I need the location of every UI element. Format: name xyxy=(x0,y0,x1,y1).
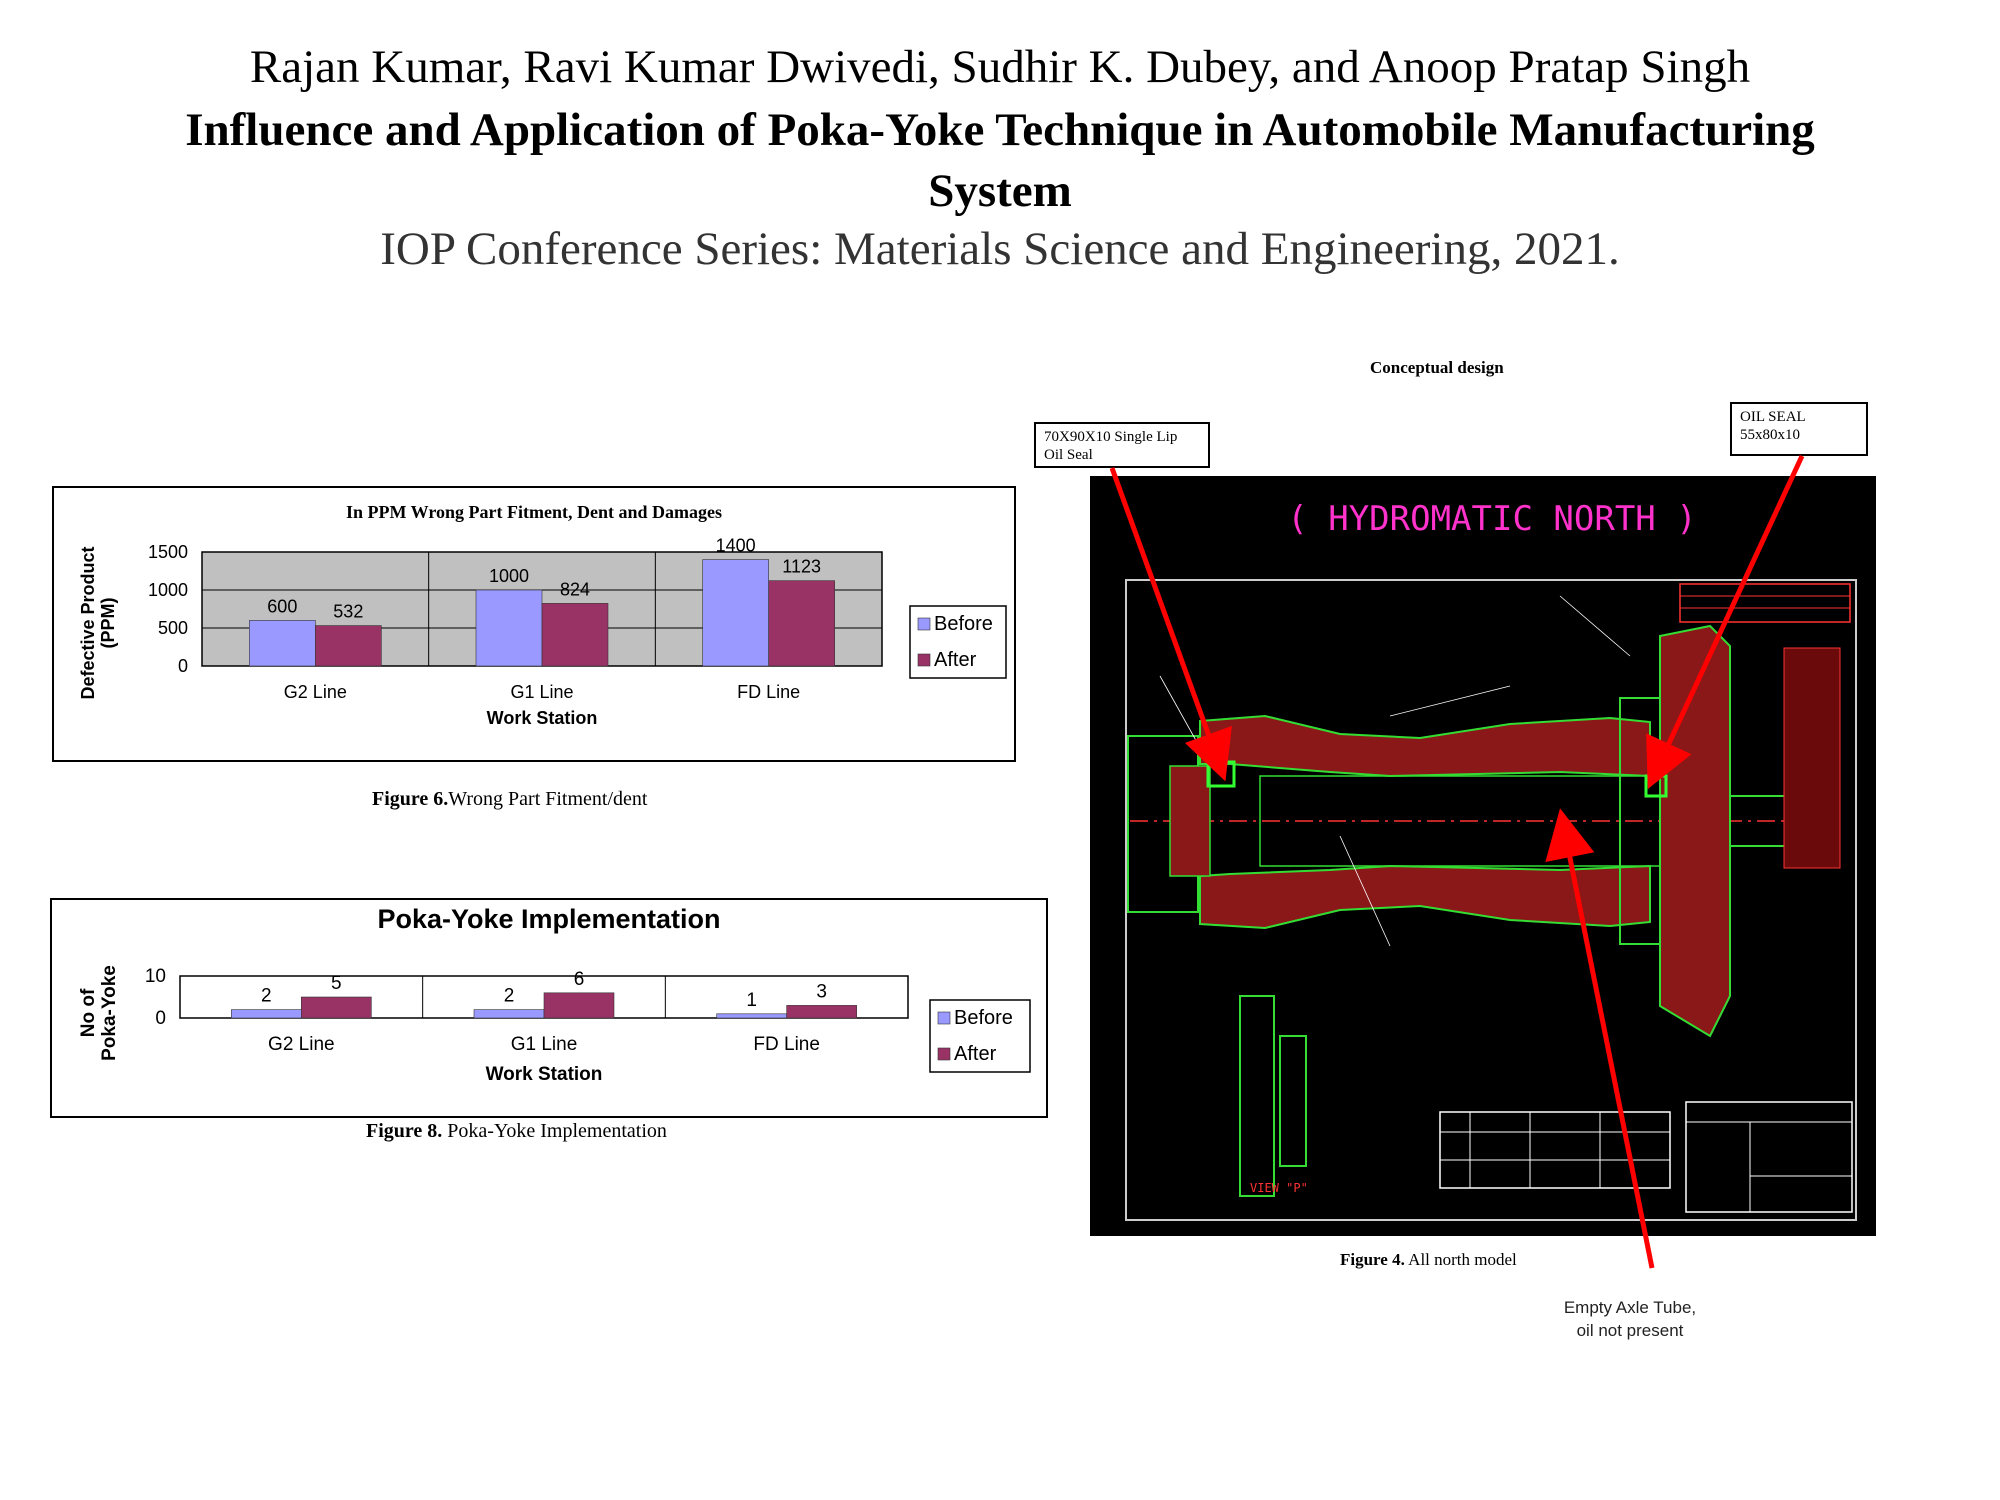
bar-after xyxy=(315,625,382,667)
legend-label: After xyxy=(934,649,977,671)
cad-drawing-hydromatic-north: ( HYDROMATIC NORTH ) VIEW "P" xyxy=(1090,476,1876,1236)
x-axis-label: Work Station xyxy=(487,708,598,728)
bar-before xyxy=(716,1013,787,1019)
data-label: 2 xyxy=(261,986,272,1007)
label-empty-axle-line-2: oil not present xyxy=(1576,1321,1684,1340)
label-oil-seal-line-1: OIL SEAL xyxy=(1740,409,1806,425)
chart-wrong-part-fitment-svg: 0 500 1000 1500 G2 Line 600 532 G1 Line 1000 824 F… xyxy=(78,536,1007,728)
x-tick-label: G2 Line xyxy=(268,1034,335,1055)
data-label: 600 xyxy=(267,596,297,616)
publication-venue: IOP Conference Series: Materials Science… xyxy=(380,223,1620,275)
x-tick-label: FD Line xyxy=(753,1034,820,1055)
data-label: 5 xyxy=(331,973,342,994)
view-label: VIEW "P" xyxy=(1250,1181,1308,1195)
figure-8-text: Poka-Yoke Implementation xyxy=(442,1120,667,1142)
y-axis-label-group: No of Poka-Yoke xyxy=(78,965,120,1061)
legend-swatch xyxy=(917,653,931,667)
figure-4-text: All north model xyxy=(1404,1250,1517,1269)
label-oil-seal-line-2: 55x80x10 xyxy=(1740,427,1800,443)
figure-6-text: Wrong Part Fitment/dent xyxy=(448,788,648,810)
chart-wrong-part-fitment: 0 500 1000 1500 G2 Line 600 532 G1 Line 1000 824 F… xyxy=(52,486,1016,762)
chart-title: Poka-Yoke Implementation xyxy=(377,904,721,934)
label-oil-seal: OIL SEAL 55x80x10 xyxy=(1730,402,1868,456)
y-axis-label: (PPM) xyxy=(98,598,118,649)
data-label: 824 xyxy=(560,579,590,599)
bar-after xyxy=(541,603,609,667)
y-axis-label: Poka-Yoke xyxy=(99,965,120,1061)
bar-after xyxy=(543,992,615,1019)
y-axis-label-group: Defective Product (PPM) xyxy=(78,546,118,699)
bar-after xyxy=(786,1005,857,1019)
paper-title-line-2: System xyxy=(928,165,1072,217)
chart-title: In PPM Wrong Part Fitment, Dent and Dama… xyxy=(346,502,722,522)
bar-before xyxy=(702,559,769,667)
figure-4-label: Figure 4. xyxy=(1340,1250,1405,1269)
legend-label: After xyxy=(954,1043,997,1065)
x-tick-label: FD Line xyxy=(737,682,800,702)
y-tick-label: 500 xyxy=(158,618,188,638)
legend-swatch xyxy=(937,1047,951,1061)
figure-4-caption: Figure 4. All north model xyxy=(1340,1250,1517,1270)
paper-title: Influence and Application of Poka-Yoke T… xyxy=(0,100,2000,222)
paper-title-line-1: Influence and Application of Poka-Yoke T… xyxy=(185,104,1815,156)
figure-8-label: Figure 8. xyxy=(366,1120,443,1142)
label-single-lip-oil-seal: 70X90X10 Single Lip Oil Seal xyxy=(1034,422,1210,468)
drawing-title: ( HYDROMATIC NORTH ) xyxy=(1287,499,1696,539)
x-tick-label: G1 Line xyxy=(511,1034,578,1055)
data-label: 1 xyxy=(746,990,757,1011)
legend-label: Before xyxy=(934,613,993,635)
x-tick-label: G1 Line xyxy=(510,682,573,702)
data-label: 3 xyxy=(816,981,827,1002)
bar-before xyxy=(231,1009,302,1019)
data-label: 2 xyxy=(504,986,515,1007)
data-label: 1000 xyxy=(489,566,529,586)
data-label: 1123 xyxy=(782,557,821,577)
figure-8-caption: Figure 8. Poka-Yoke Implementation xyxy=(366,1120,667,1143)
data-label: 532 xyxy=(333,602,363,622)
bar-before xyxy=(473,1009,545,1019)
y-axis-label: Defective Product xyxy=(78,546,98,699)
chart-poka-yoke-implementation: 0 10 G2 Line 2 5 G1 Line 2 6 FD Line 1 3 Work Stati… xyxy=(50,898,1048,1118)
figure-6-label: Figure 6. xyxy=(372,788,449,810)
label-empty-axle-line-1: Empty Axle Tube, xyxy=(1563,1298,1697,1317)
legend-swatch xyxy=(937,1011,951,1025)
figure-6-caption: Figure 6.Wrong Part Fitment/dent xyxy=(372,788,647,811)
cad-drawing-svg: ( HYDROMATIC NORTH ) VIEW "P" xyxy=(1125,499,1857,1221)
y-tick-label: 0 xyxy=(155,1008,166,1029)
bar-before xyxy=(475,589,543,667)
bar-before xyxy=(249,620,316,667)
x-axis-label: Work Station xyxy=(486,1064,603,1085)
label-empty-axle-tube: Empty Axle Tube, oil not present xyxy=(1540,1296,1720,1342)
conceptual-design-heading: Conceptual design xyxy=(1370,358,1504,377)
author-list: Rajan Kumar, Ravi Kumar Dwivedi, Sudhir … xyxy=(249,41,1751,93)
y-tick-label: 1000 xyxy=(148,580,188,600)
y-axis-label: No of xyxy=(78,988,99,1037)
data-label: 6 xyxy=(574,969,585,990)
legend-label: Before xyxy=(954,1007,1013,1029)
data-label: 1400 xyxy=(716,536,756,556)
bar-after xyxy=(768,580,835,667)
y-tick-label: 0 xyxy=(178,656,188,676)
y-tick-label: 1500 xyxy=(148,542,188,562)
bar-after xyxy=(301,996,372,1019)
y-tick-label: 10 xyxy=(145,966,166,987)
legend-swatch xyxy=(917,617,931,631)
x-tick-label: G2 Line xyxy=(284,682,347,702)
